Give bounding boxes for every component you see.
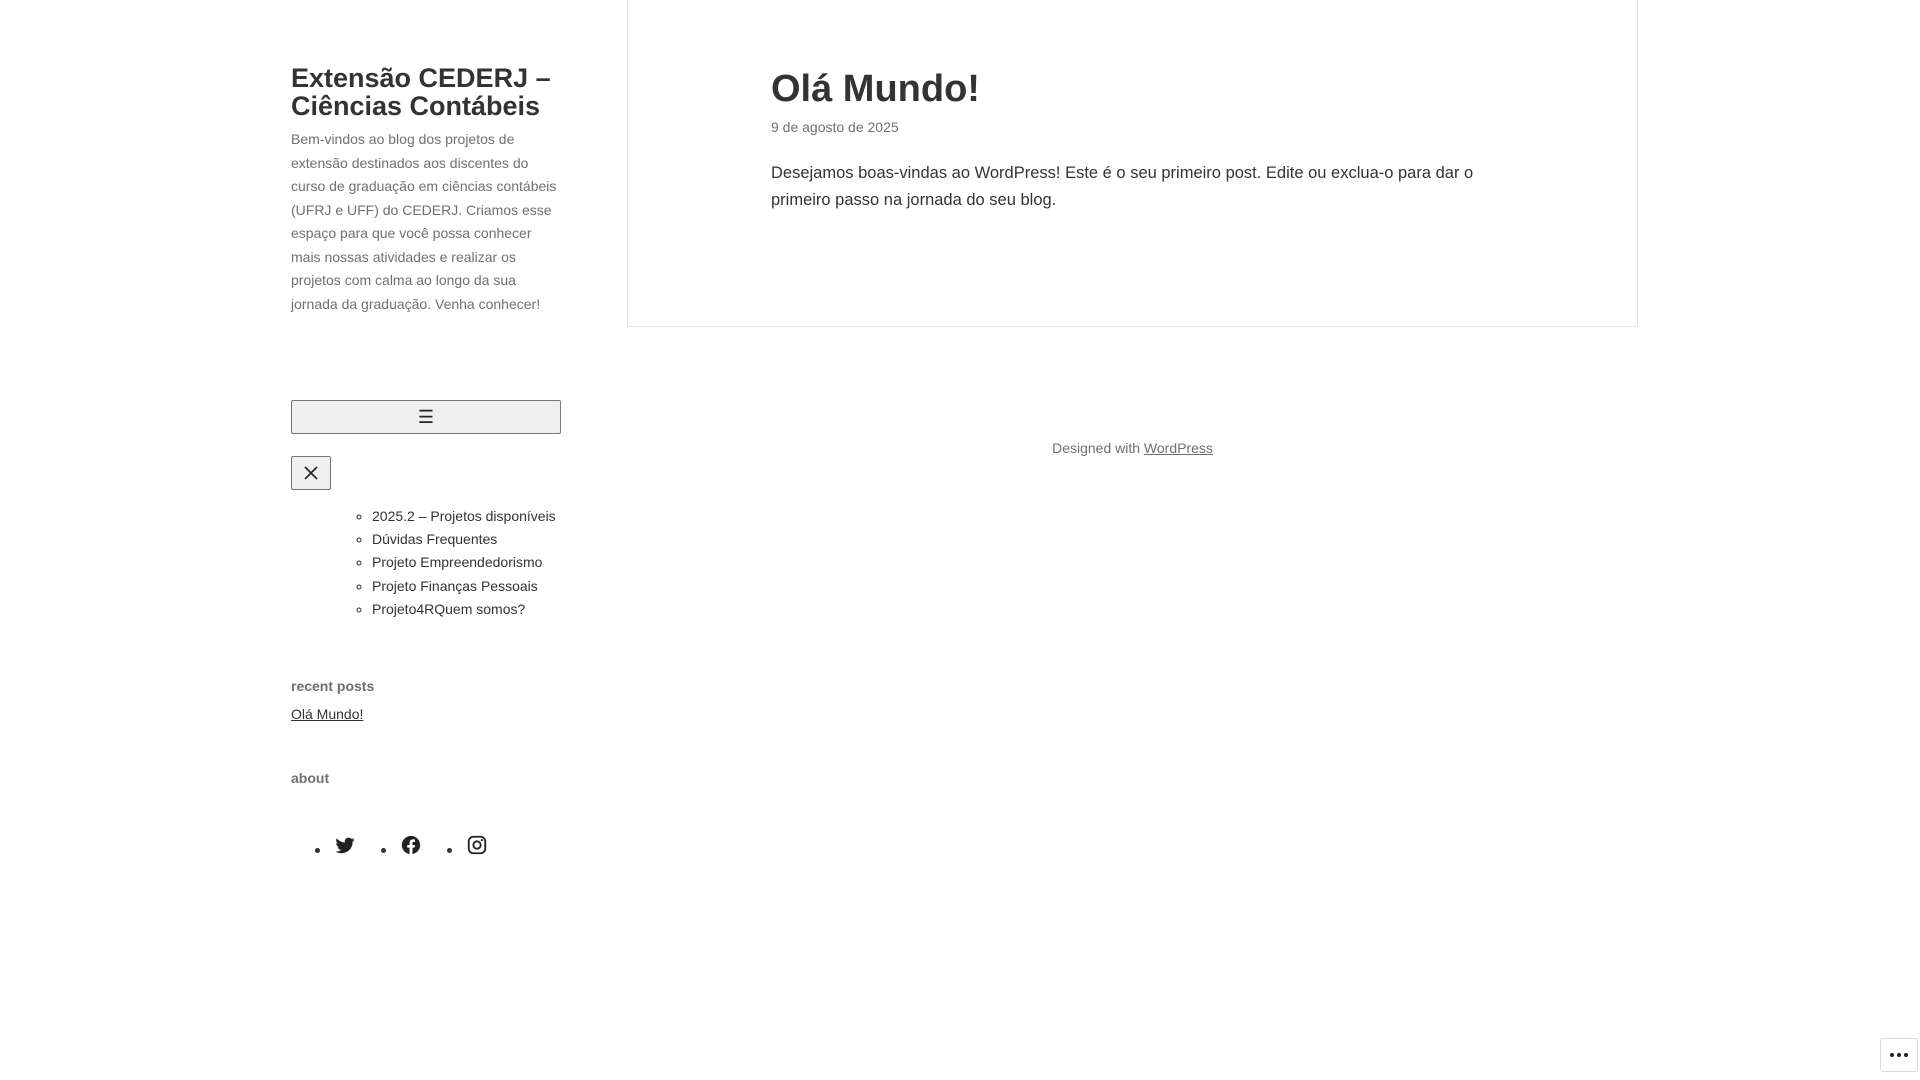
nav-item-projetos-disponiveis[interactable]: 2025.2 – Projetos disponíveis <box>372 508 556 524</box>
ellipsis-dot-icon <box>1897 1053 1901 1057</box>
nav-menu: 2025.2 – Projetos disponíveis Dúvidas Fr… <box>372 505 632 621</box>
nav-item: 2025.2 – Projetos disponíveis <box>372 505 632 528</box>
list-bullet <box>447 848 452 853</box>
nav-item: Projeto Empreendedorismo <box>372 551 632 574</box>
hamburger-icon: ☰ <box>417 406 435 427</box>
facebook-icon <box>401 835 421 855</box>
instagram-icon <box>467 835 487 855</box>
site-footer: Designed with WordPress <box>627 440 1638 456</box>
nav-item-projeto-empreendedorismo[interactable]: Projeto Empreendedorismo <box>372 554 542 570</box>
post-card: Olá Mundo! 9 de agosto de 2025 Desejamos… <box>627 0 1638 327</box>
about-title: about <box>291 770 330 786</box>
ellipsis-dot-icon <box>1904 1053 1908 1057</box>
nav-item: Dúvidas Frequentes <box>372 528 632 551</box>
site-description: Bem-vindos ao blog dos projetos de exten… <box>291 131 557 312</box>
nav-item-projeto-4r-quem-somos[interactable]: Projeto4RQuem somos? <box>372 601 525 617</box>
recent-post-link[interactable]: Olá Mundo! <box>291 706 363 722</box>
recent-posts-title: recent posts <box>291 678 375 694</box>
footer-text: Designed with <box>1052 440 1144 456</box>
post-title[interactable]: Olá Mundo! <box>771 69 980 109</box>
menu-close-button[interactable] <box>291 456 331 490</box>
nav-item: Projeto Finanças Pessoais <box>372 575 632 598</box>
twitter-icon <box>335 837 355 854</box>
more-options-button[interactable] <box>1880 1038 1918 1072</box>
nav-item-projeto-financas-pessoais[interactable]: Projeto Finanças Pessoais <box>372 578 538 594</box>
sidebar: Extensão CEDERJ – Ciências Contábeis Bem… <box>291 64 561 855</box>
ellipsis-dot-icon <box>1890 1053 1894 1057</box>
facebook-link[interactable] <box>400 834 422 856</box>
social-links <box>291 826 488 856</box>
social-item <box>291 834 356 856</box>
site-title[interactable]: Extensão CEDERJ – Ciências Contábeis <box>291 64 561 120</box>
page: Extensão CEDERJ – Ciências Contábeis Bem… <box>0 0 1920 1080</box>
close-icon <box>304 466 318 480</box>
menu-toggle-button[interactable]: ☰ <box>291 400 561 434</box>
twitter-link[interactable] <box>334 834 356 856</box>
nav-item: Projeto4RQuem somos? <box>372 598 632 621</box>
post-date[interactable]: 9 de agosto de 2025 <box>771 119 899 135</box>
list-bullet <box>315 848 320 853</box>
wordpress-link[interactable]: WordPress <box>1144 440 1213 456</box>
social-item <box>422 834 488 856</box>
nav-item-duvidas-frequentes[interactable]: Dúvidas Frequentes <box>372 531 497 547</box>
instagram-link[interactable] <box>466 834 488 856</box>
post-content: Desejamos boas-vindas ao WordPress! Este… <box>771 164 1474 209</box>
list-bullet <box>381 848 386 853</box>
social-item <box>356 834 422 856</box>
